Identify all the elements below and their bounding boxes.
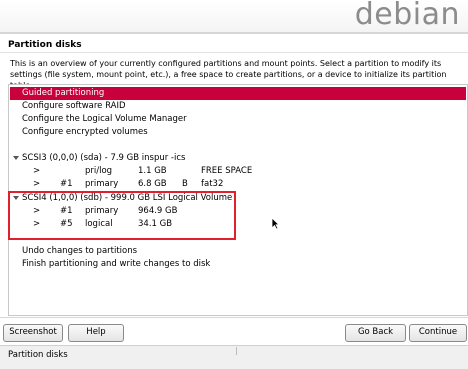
- partition-row-sda-1[interactable]: > #1 primary 6.8 GB B fat32: [10, 178, 466, 191]
- banner-divider: [0, 32, 468, 34]
- go-back-button[interactable]: Go Back: [345, 324, 406, 342]
- chevron-down-icon: [13, 156, 19, 160]
- status-bar: Partition disks: [0, 345, 468, 369]
- list-item-encrypted-volumes[interactable]: Configure encrypted volumes: [10, 126, 466, 139]
- status-bar-text: Partition disks: [8, 350, 68, 360]
- partition-row-sda-free[interactable]: > pri/log 1.1 GB FREE SPACE: [10, 165, 466, 178]
- page-title: Partition disks: [8, 40, 82, 50]
- mouse-cursor-icon: [271, 217, 280, 230]
- list-item-undo-changes[interactable]: Undo changes to partitions: [10, 245, 466, 258]
- list-item-finish-partitioning[interactable]: Finish partitioning and write changes to…: [10, 258, 466, 271]
- partition-list[interactable]: Guided partitioning Configure software R…: [8, 84, 468, 316]
- list-item-guided-partitioning[interactable]: Guided partitioning: [10, 87, 466, 100]
- disk-item-sdb[interactable]: SCSI4 (1,0,0) (sdb) - 999.0 GB LSI Logic…: [10, 192, 466, 205]
- chevron-down-icon: [13, 196, 19, 200]
- disk-item-sda[interactable]: SCSI3 (0,0,0) (sda) - 7.9 GB inspur -ics: [10, 152, 466, 165]
- debian-logo: debian: [354, 0, 460, 32]
- status-bar-divider: [236, 347, 237, 355]
- partition-row-sdb-5[interactable]: > #5 logical 34.1 GB: [10, 218, 466, 231]
- list-item-software-raid[interactable]: Configure software RAID: [10, 100, 466, 113]
- help-button[interactable]: Help: [68, 324, 124, 342]
- partition-row-sdb-1[interactable]: > #1 primary 964.9 GB: [10, 205, 466, 218]
- debian-banner: debian: [0, 0, 468, 32]
- continue-button[interactable]: Continue: [409, 324, 467, 342]
- title-divider: [0, 52, 468, 53]
- list-item-lvm[interactable]: Configure the Logical Volume Manager: [10, 113, 466, 126]
- screenshot-button[interactable]: Screenshot: [3, 324, 63, 342]
- button-bar-divider: [0, 317, 468, 318]
